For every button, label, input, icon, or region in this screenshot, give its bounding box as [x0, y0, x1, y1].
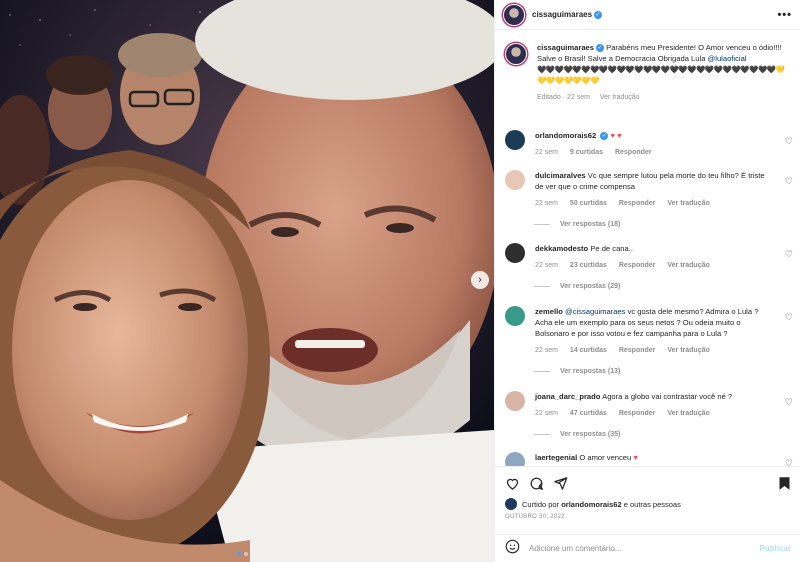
- comment-reply-button[interactable]: Responder: [619, 262, 656, 269]
- comment-likes[interactable]: 47 curtidas: [570, 410, 607, 417]
- author-username[interactable]: cissaguimaraes ✓: [532, 10, 603, 19]
- comment-like-icon[interactable]: ♡: [785, 312, 793, 323]
- save-icon[interactable]: [778, 476, 791, 491]
- post-actions: Curtido por orlandomorais62 e outras pes…: [495, 466, 800, 562]
- comment-like-icon[interactable]: ♡: [785, 249, 793, 260]
- comment-item: orlandomorais62 ✓ ♥ ♥ 22 sem 9 curtidas …: [505, 130, 795, 158]
- caption-meta: Editado · 22 sem Ver tradução: [537, 92, 793, 103]
- comment-avatar[interactable]: [505, 391, 525, 411]
- comment-item: dulcimaralves Vc que sempre lutou pela m…: [505, 170, 795, 228]
- verified-icon: ✓: [596, 44, 604, 52]
- liked-by-user[interactable]: orlandomorais62: [561, 500, 621, 509]
- caption-edited: Editado · 22 sem: [537, 94, 590, 101]
- post-side-panel: cissaguimaraes ✓ ••• cissaguimaraes ✓ Para…: [494, 0, 800, 562]
- comment-reply-button[interactable]: Responder: [619, 200, 656, 207]
- liked-by-avatar[interactable]: [505, 498, 517, 510]
- caption-mention[interactable]: @lulaoficial: [708, 54, 747, 63]
- comment-username[interactable]: joana_darc_prado: [535, 392, 600, 401]
- comment-translate-link[interactable]: Ver tradução: [667, 262, 709, 269]
- comment-reply-button[interactable]: Responder: [619, 347, 656, 354]
- post-caption: cissaguimaraes ✓ Parabéns meu Presidente!…: [495, 36, 800, 103]
- comment-username[interactable]: orlandomorais62: [535, 131, 596, 140]
- comment-age: 22 sem: [535, 149, 558, 156]
- comment-username[interactable]: laertegenial: [535, 453, 577, 462]
- verified-icon: ✓: [600, 132, 609, 140]
- carousel-dot: [244, 552, 248, 556]
- comment-age: 22 sem: [535, 347, 558, 354]
- comment-icon[interactable]: [529, 476, 544, 491]
- view-replies-button[interactable]: Ver respostas (35): [534, 431, 795, 438]
- comment-like-icon[interactable]: ♡: [785, 458, 793, 466]
- comment-username[interactable]: dulcimaralves: [535, 171, 586, 180]
- view-replies-button[interactable]: Ver respostas (13): [534, 368, 795, 375]
- comment-likes[interactable]: 50 curtidas: [570, 200, 607, 207]
- caption-avatar[interactable]: [505, 43, 527, 65]
- comment-avatar[interactable]: [505, 452, 525, 466]
- comment-likes[interactable]: 14 curtidas: [570, 347, 607, 354]
- comment-like-icon[interactable]: ♡: [785, 176, 793, 187]
- like-icon[interactable]: [505, 476, 520, 491]
- comment-mention[interactable]: @cissaguimaraes: [565, 307, 625, 316]
- comment-age: 22 sem: [535, 200, 558, 207]
- comment-heart: ♥: [633, 453, 638, 462]
- share-icon[interactable]: [553, 476, 568, 491]
- post-date: OUTUBRO 30, 2022: [505, 514, 565, 520]
- carousel-dot-active: [237, 552, 241, 556]
- author-avatar[interactable]: [503, 3, 525, 26]
- comment-text: Agora a globo vai contrastar você né ?: [602, 392, 733, 401]
- comment-age: 22 sem: [535, 410, 558, 417]
- carousel-dots: [237, 552, 248, 556]
- comment-item: joana_darc_prado Agora a globo vai contr…: [505, 391, 795, 438]
- comment-hearts: ♥ ♥: [610, 131, 622, 140]
- comment-avatar[interactable]: [505, 130, 525, 150]
- comment-translate-link[interactable]: Ver tradução: [667, 410, 709, 417]
- caption-translate-link[interactable]: Ver tradução: [600, 94, 640, 101]
- comment-like-icon[interactable]: ♡: [785, 397, 793, 408]
- more-options-icon[interactable]: •••: [777, 9, 792, 21]
- comment-likes[interactable]: 23 curtidas: [570, 262, 607, 269]
- comment-like-icon[interactable]: ♡: [785, 136, 793, 147]
- comment-input[interactable]: [529, 544, 760, 553]
- comment-avatar[interactable]: [505, 306, 525, 326]
- comment-reply-button[interactable]: Responder: [619, 410, 656, 417]
- comment-translate-link[interactable]: Ver tradução: [667, 200, 709, 207]
- view-replies-button[interactable]: Ver respostas (18): [534, 221, 795, 228]
- post-header: cissaguimaraes ✓ •••: [495, 0, 800, 30]
- comment-text: O amor venceu: [579, 453, 632, 462]
- caption-hearts: 🖤🖤🖤🖤🖤🖤🖤🖤🖤🖤🖤🖤🖤🖤🖤🖤🖤🖤🖤🖤🖤🖤🖤🖤🖤🖤🖤💛💛💛💛💛💛💛💛: [537, 65, 785, 85]
- publish-button[interactable]: Publicar: [759, 544, 791, 553]
- emoji-icon[interactable]: [505, 539, 520, 559]
- post-photo[interactable]: ›: [0, 0, 494, 562]
- comment-translate-link[interactable]: Ver tradução: [667, 347, 709, 354]
- comment-item: zemello @cissaguimaraes vc gosta dele me…: [505, 306, 795, 375]
- comment-avatar[interactable]: [505, 243, 525, 263]
- comments-list[interactable]: cissaguimaraes ✓ Parabéns meu Presidente!…: [495, 36, 800, 466]
- comment-likes[interactable]: 9 curtidas: [570, 149, 603, 156]
- comment-item: laertegenial O amor venceu ♥ ♡: [505, 452, 795, 466]
- comment-item: dekkamodesto Pe de cana.. 22 sem 23 curt…: [505, 243, 795, 290]
- comment-username[interactable]: zemello: [535, 307, 563, 316]
- selfie-image: [0, 0, 494, 562]
- comment-avatar[interactable]: [505, 170, 525, 190]
- view-replies-button[interactable]: Ver respostas (29): [534, 283, 795, 290]
- verified-icon: ✓: [594, 10, 603, 19]
- caption-username[interactable]: cissaguimaraes: [537, 43, 594, 52]
- liked-by: Curtido por orlandomorais62 e outras pes…: [495, 491, 800, 510]
- comment-age: 22 sem: [535, 262, 558, 269]
- comment-username[interactable]: dekkamodesto: [535, 244, 588, 253]
- add-comment-bar: Publicar: [495, 534, 800, 562]
- comment-reply-button[interactable]: Responder: [615, 149, 652, 156]
- carousel-next-button[interactable]: ›: [471, 271, 489, 289]
- comment-text: Pe de cana..: [590, 244, 633, 253]
